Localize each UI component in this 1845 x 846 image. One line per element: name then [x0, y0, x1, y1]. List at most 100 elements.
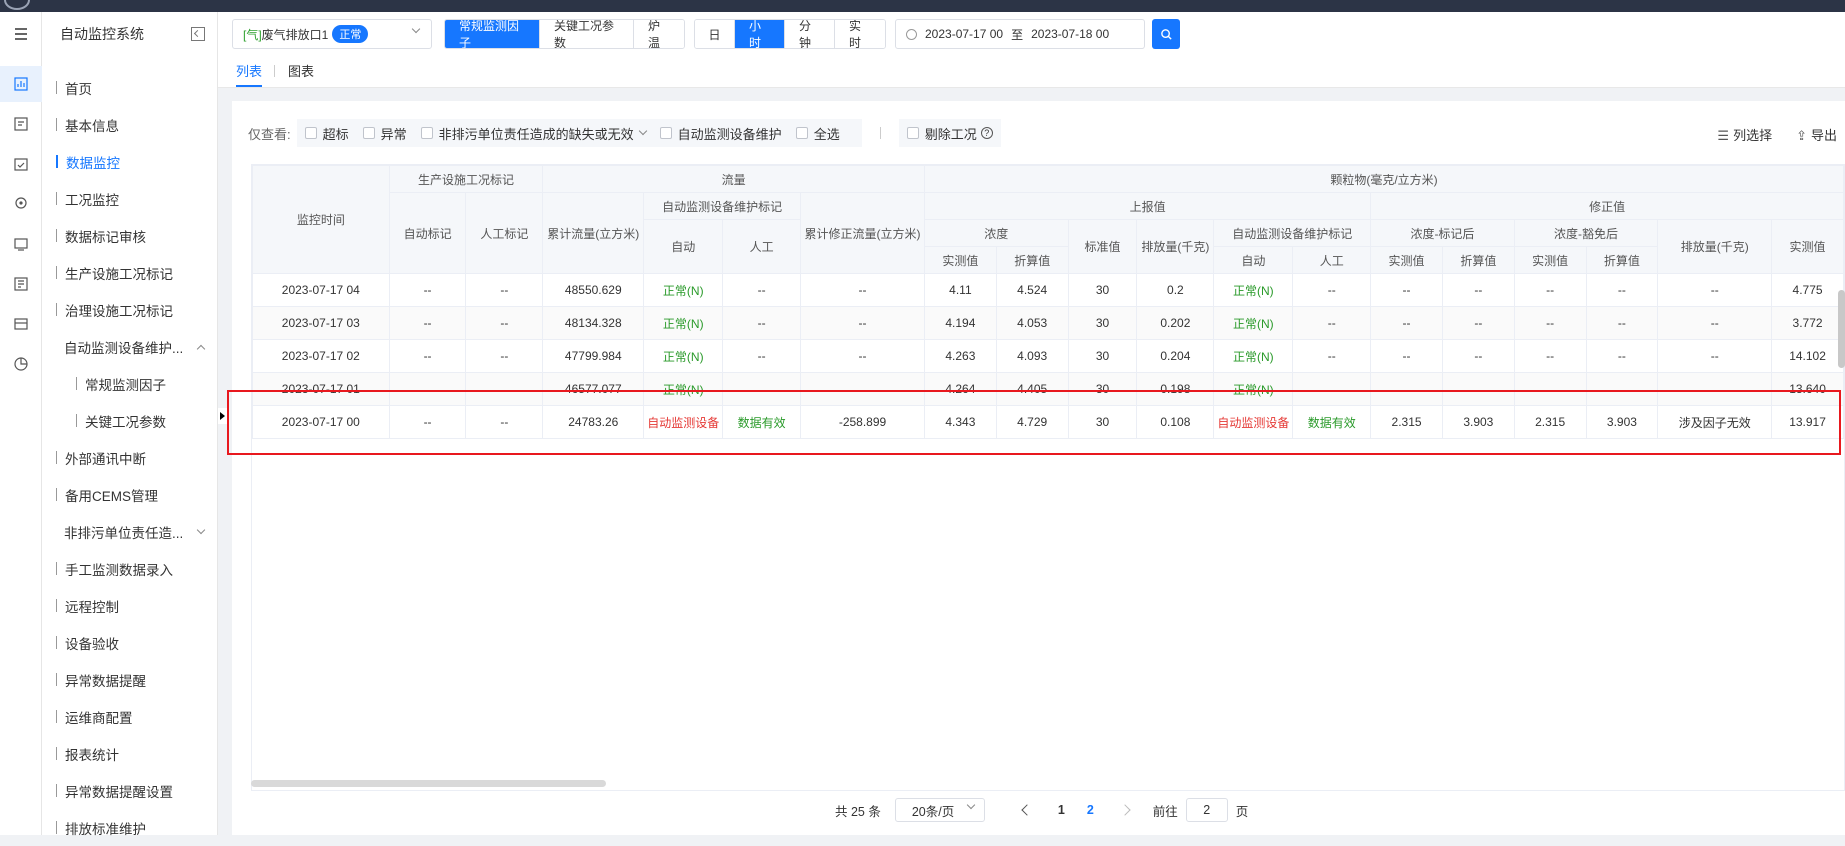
table-cell: 4.524: [995, 273, 1069, 307]
table-cell: 2023-07-17 04: [252, 273, 390, 307]
data-table-container[interactable]: 监控时间 生产设施工况标记 流量 颗粒物(毫克/立方米) 自动标记 人工标记 累…: [251, 164, 1845, 791]
total-count: 共 25 条: [835, 804, 881, 819]
monitor-chart-icon[interactable]: [0, 66, 42, 102]
chevron-up-icon: [196, 344, 206, 353]
col-monitor-time[interactable]: 监控时间: [252, 165, 390, 274]
table-cell: --: [388, 339, 467, 373]
sidebar-item-basic-info[interactable]: 基本信息: [42, 106, 218, 143]
menu-icon[interactable]: [0, 16, 42, 52]
goto-page-input[interactable]: 2: [1185, 798, 1228, 822]
system-title: 自动监控系统: [60, 26, 144, 42]
table-cell: --: [1292, 273, 1372, 307]
tab-realtime[interactable]: 实时: [835, 20, 885, 48]
tab-hour[interactable]: 小时: [735, 20, 785, 48]
filter-select-all[interactable]: 全选: [795, 124, 840, 143]
tab-list[interactable]: 列表: [236, 61, 263, 87]
page-2[interactable]: 2: [1087, 803, 1094, 817]
sidebar-item-manual-entry[interactable]: 手工监测数据录入: [42, 550, 218, 587]
date-range-picker[interactable]: 2023-07-17 00 至 2023-07-18 00: [895, 19, 1145, 49]
table-cell: --: [1657, 306, 1773, 340]
check-calendar-icon[interactable]: [0, 146, 42, 182]
device-icon[interactable]: [0, 306, 42, 342]
table-row[interactable]: 2023-07-17 03 -- -- 48134.328 正常(N) -- -- 4.194…: [252, 306, 1844, 340]
report-icon[interactable]: [0, 266, 42, 302]
tab-minute[interactable]: 分钟: [785, 20, 835, 48]
sidebar-group-device-maintenance[interactable]: 自动监测设备维护...: [42, 328, 218, 365]
table-row[interactable]: 2023-07-17 02 -- -- 47799.984 正常(N) -- -- 4.263…: [252, 339, 1844, 373]
sidebar-item-production-mark[interactable]: 生产设施工况标记: [42, 254, 218, 291]
table-cell: --: [800, 339, 925, 373]
page-1[interactable]: 1: [1058, 803, 1065, 817]
table-cell: 4.11: [924, 273, 997, 307]
sidebar-item-abnormal-alert[interactable]: 异常数据提醒: [42, 661, 218, 698]
filter-abnormal[interactable]: 异常: [362, 124, 407, 143]
sidebar-item-reports[interactable]: 报表统计: [42, 735, 218, 772]
outlet-select[interactable]: [气] 废气排放口1 正常: [232, 19, 432, 49]
sidebar-item-backup-cems[interactable]: 备用CEMS管理: [42, 476, 218, 513]
search-button[interactable]: [1152, 19, 1180, 49]
col-production-mark: 生产设施工况标记: [388, 165, 544, 193]
table-cell: 48134.328: [542, 306, 645, 340]
sidebar-item-comm-interrupt[interactable]: 外部通讯中断: [42, 439, 218, 476]
sidebar-item-regular-factors[interactable]: 常规监测因子: [42, 365, 218, 402]
sidebar-item-key-parameters[interactable]: 关键工况参数: [42, 402, 218, 439]
sidebar-group-non-polluter[interactable]: 非排污单位责任造...: [42, 513, 218, 550]
help-icon[interactable]: ?: [980, 127, 993, 139]
table-row[interactable]: 2023-07-17 04 -- -- 48550.629 正常(N) -- -- 4.11 4…: [252, 273, 1844, 307]
table-cell: 4.093: [995, 339, 1069, 373]
collapse-sidebar-icon[interactable]: [191, 27, 205, 41]
sidebar-item-data-mark-review[interactable]: 数据标记审核: [42, 217, 218, 254]
col-flow: 流量: [542, 165, 925, 193]
table-cell: 正常(N): [643, 306, 724, 340]
table-cell: 正常(N): [1213, 339, 1294, 373]
sidebar-item-alert-settings[interactable]: 异常数据提醒设置: [42, 772, 218, 809]
sidebar-item-acceptance[interactable]: 设备验收: [42, 624, 218, 661]
filter-non-polluter[interactable]: 非排污单位责任造成的缺失或无效: [420, 124, 647, 143]
logo-icon: [4, 0, 30, 10]
prev-page-icon[interactable]: [1021, 804, 1033, 816]
date-start: 2023-07-17 00: [925, 27, 1004, 41]
table-cell: --: [722, 339, 802, 373]
export-button[interactable]: ⇪ 导出: [1796, 125, 1837, 144]
tab-furnace-temp[interactable]: 炉温: [634, 20, 684, 48]
filter-exclude-condition[interactable]: 剔除工况?: [906, 124, 993, 143]
tab-regular-factors[interactable]: 常规监测因子: [445, 20, 540, 48]
horizontal-scrollbar[interactable]: [251, 780, 606, 787]
sidebar-item-standards[interactable]: 排放标准维护: [42, 809, 218, 846]
screen-icon[interactable]: [0, 226, 42, 262]
table-cell: 正常(N): [643, 273, 724, 307]
page-size-select[interactable]: 20条/页: [894, 798, 985, 822]
column-select-button[interactable]: ☰ 列选择: [1717, 125, 1772, 144]
sidebar-item-home[interactable]: 首页: [42, 69, 218, 106]
pie-chart-icon[interactable]: [0, 346, 42, 382]
tab-key-parameters[interactable]: 关键工况参数: [540, 20, 634, 48]
list-icon: ☰: [1717, 128, 1730, 143]
location-icon[interactable]: [0, 186, 42, 222]
next-page-icon[interactable]: [1119, 804, 1131, 816]
sidebar-item-remote-control[interactable]: 远程控制: [42, 587, 218, 624]
filter-over-limit[interactable]: 超标: [304, 124, 349, 143]
form-icon[interactable]: [0, 106, 42, 142]
chevron-down-icon: [638, 126, 647, 136]
highlight-box: [227, 390, 1841, 455]
tab-chart[interactable]: 图表: [288, 61, 314, 87]
sidebar-item-data-monitor[interactable]: 数据监控: [42, 143, 218, 180]
filter-device-maintenance[interactable]: 自动监测设备维护: [659, 124, 782, 143]
collapse-handle[interactable]: [218, 408, 227, 424]
table-cell: --: [1441, 273, 1515, 307]
table-cell: --: [388, 273, 467, 307]
col-particulate: 颗粒物(毫克/立方米): [924, 165, 1844, 193]
table-cell: 4.263: [924, 339, 997, 373]
table-cell: --: [1585, 306, 1659, 340]
tab-day[interactable]: 日: [695, 20, 735, 48]
table-cell: --: [465, 306, 544, 340]
table-cell: 2023-07-17 03: [252, 306, 390, 340]
date-end: 2023-07-18 00: [1031, 27, 1110, 41]
table-cell: 14.102: [1771, 339, 1844, 373]
sidebar-item-condition-monitor[interactable]: 工况监控: [42, 180, 218, 217]
vertical-scrollbar[interactable]: [1838, 290, 1845, 368]
table-cell: 4.053: [995, 306, 1069, 340]
sidebar-item-treatment-mark[interactable]: 治理设施工况标记: [42, 291, 218, 328]
chevron-down-icon: [966, 800, 976, 810]
sidebar-item-vendor-config[interactable]: 运维商配置: [42, 698, 218, 735]
